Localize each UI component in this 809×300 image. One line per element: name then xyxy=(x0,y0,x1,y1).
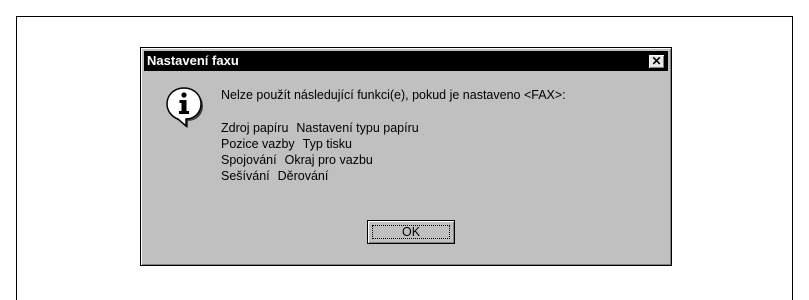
function-row: Sešívání Děrování xyxy=(221,168,328,184)
function-item: Typ tisku xyxy=(302,137,352,151)
function-row: Pozice vazby Typ tisku xyxy=(221,136,352,152)
function-row: Spojování Okraj pro vazbu xyxy=(221,152,373,168)
function-item: Okraj pro vazbu xyxy=(284,153,373,167)
function-item: Nastavení typu papíru xyxy=(296,121,419,135)
function-item: Zdroj papíru xyxy=(221,121,289,135)
close-button[interactable]: ✕ xyxy=(648,53,665,69)
ok-button[interactable]: OK xyxy=(367,220,455,244)
function-item: Sešívání xyxy=(221,169,270,183)
function-item: Spojování xyxy=(221,153,277,167)
function-item: Děrování xyxy=(277,169,329,183)
function-row: Zdroj papíru Nastavení typu papíru xyxy=(221,120,419,136)
close-icon: ✕ xyxy=(651,54,662,68)
function-item: Pozice vazby xyxy=(221,137,295,151)
dialog-message: Nelze použít následující funkci(e), poku… xyxy=(221,88,566,102)
fax-settings-dialog: Nastavení faxu ✕ Nelze použít následujíc… xyxy=(140,47,672,266)
dialog-titlebar: Nastavení faxu ✕ xyxy=(144,51,668,71)
focus-rectangle xyxy=(372,225,450,239)
dialog-title: Nastavení faxu xyxy=(147,53,239,68)
info-icon xyxy=(166,87,203,128)
